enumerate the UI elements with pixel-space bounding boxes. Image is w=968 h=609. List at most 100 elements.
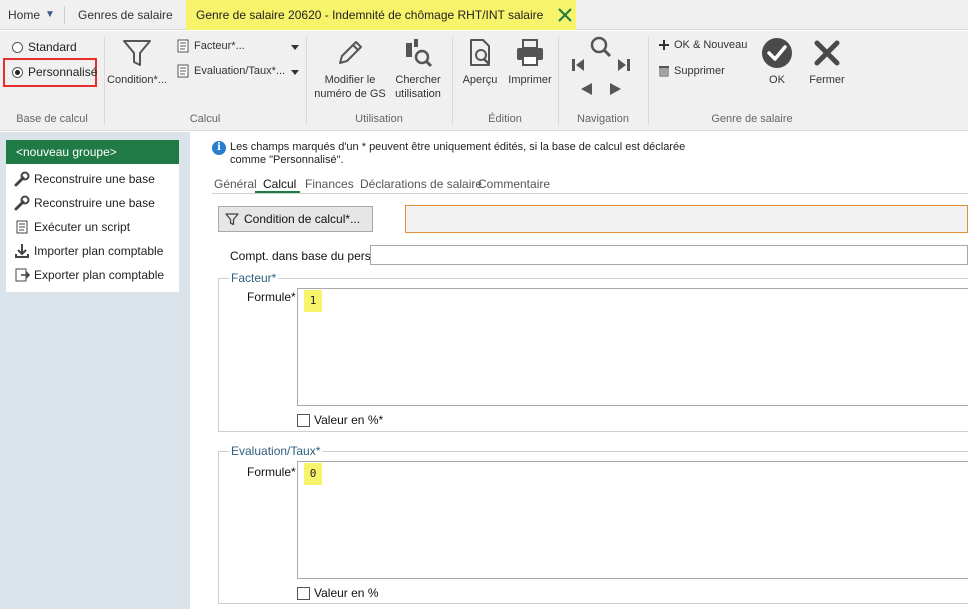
group-label-edition: Édition — [488, 113, 522, 125]
sidebar-item-importer-plan[interactable]: Importer plan comptable — [6, 239, 179, 263]
tab-home[interactable]: Home ▼ — [8, 0, 55, 30]
close-icon — [814, 40, 840, 66]
group-label-genre-salaire: Genre de salaire — [711, 113, 793, 125]
chevron-down-icon[interactable]: ▼ — [45, 0, 55, 30]
sidebar-group: <nouveau groupe> Reconstruire une base R… — [6, 140, 179, 292]
fermer-button[interactable]: Fermer — [806, 37, 848, 87]
evaluation-valeur-pourcent[interactable]: Valeur en % — [297, 586, 378, 600]
facteur-valeur-pourcent[interactable]: Valeur en %* — [297, 413, 383, 427]
evaluation-formule-value: 0 — [304, 463, 322, 485]
ok-label: OK — [769, 74, 785, 86]
sidebar-item-exporter-plan[interactable]: Exporter plan comptable — [6, 263, 179, 287]
chercher-label-2: utilisation — [395, 88, 441, 100]
modifier-numero-button[interactable]: Modifier le numéro de GS — [312, 37, 388, 101]
plus-icon — [659, 40, 669, 50]
subtab-divider — [212, 193, 968, 194]
condition-calcul-label: Condition de calcul*... — [244, 212, 361, 226]
tab-genre-20620[interactable]: Genre de salaire 20620 - Indemnité de ch… — [186, 0, 576, 52]
filter-icon — [123, 40, 151, 66]
apercu-button[interactable]: Aperçu — [458, 37, 502, 87]
radio-personnalise[interactable]: Personnalisé — [12, 65, 97, 79]
facteur-valeur-checkbox[interactable] — [297, 413, 310, 427]
evaluation-formule-label: Formule* : — [247, 465, 303, 479]
info-message-line-1: Les champs marqués d'un * peuvent être u… — [230, 141, 686, 153]
radio-personnalise-label: Personnalisé — [28, 65, 98, 79]
ok-nouveau-label: OK & Nouveau — [674, 39, 748, 51]
wrench-icon — [14, 171, 30, 187]
radio-standard-label: Standard — [28, 40, 77, 54]
group-label-calcul: Calcul — [189, 113, 221, 125]
condition-calcul-field[interactable] — [405, 205, 968, 233]
close-icon[interactable] — [558, 8, 572, 22]
sidebar-item-label: Reconstruire une base — [34, 172, 155, 186]
evaluation-group: Evaluation/Taux* Formule* : 0 Valeur en … — [218, 444, 968, 604]
group-label-navigation: Navigation — [577, 113, 629, 125]
evaluation-dropdown-icon[interactable] — [291, 70, 299, 75]
tab-general[interactable]: Général — [214, 177, 257, 191]
imprimer-button[interactable]: Imprimer — [506, 37, 554, 87]
evaluation-formule-input[interactable]: 0 — [297, 461, 968, 579]
sidebar-group-header[interactable]: <nouveau groupe> — [6, 140, 179, 164]
ok-nouveau-button[interactable]: OK & Nouveau — [658, 39, 747, 51]
supprimer-button[interactable]: Supprimer — [658, 64, 725, 77]
active-tab-indicator — [255, 191, 300, 193]
script-icon — [177, 39, 189, 53]
next-record-icon[interactable] — [608, 81, 624, 97]
condition-button[interactable]: Condition*... — [106, 37, 168, 87]
condition-calcul-button[interactable]: Condition de calcul*... — [218, 206, 373, 232]
info-message-line-2: comme "Personnalisé". — [230, 154, 344, 166]
facteur-group: Facteur* Formule* : 1 Valeur en %* — [218, 271, 968, 432]
apercu-label: Aperçu — [462, 74, 498, 86]
previous-record-icon[interactable] — [578, 81, 594, 97]
facteur-legend: Facteur* — [229, 271, 279, 285]
printer-icon — [517, 39, 543, 66]
facteur-formule-value: 1 — [304, 290, 322, 312]
evaluation-valeur-label: Valeur en % — [314, 586, 379, 600]
wrench-icon — [14, 195, 30, 211]
evaluation-valeur-checkbox[interactable] — [297, 586, 310, 600]
group-label-utilisation: Utilisation — [355, 113, 403, 125]
tab-home-label: Home — [8, 8, 41, 22]
compt-label: Compt. dans base du pers.* : — [230, 249, 386, 263]
sidebar-item-reconstruire-2[interactable]: Reconstruire une base — [6, 191, 179, 215]
tab-genres-de-salaire[interactable]: Genres de salaire — [78, 0, 173, 30]
tab-calcul[interactable]: Calcul — [263, 177, 296, 191]
export-icon — [15, 268, 30, 282]
facteur-formule-input[interactable]: 1 — [297, 288, 968, 406]
evaluation-legend: Evaluation/Taux* — [229, 444, 323, 458]
facteur-valeur-label: Valeur en %* — [314, 413, 384, 427]
pencil-icon — [339, 41, 362, 64]
ok-button[interactable]: OK — [758, 37, 796, 87]
tab-separator — [64, 6, 65, 24]
sidebar-item-label: Reconstruire une base — [34, 196, 155, 210]
first-record-icon[interactable] — [570, 57, 586, 73]
evaluation-button[interactable]: Evaluation/Taux*... — [176, 64, 285, 78]
radio-personnalise-circle[interactable] — [12, 66, 23, 78]
tab-declarations[interactable]: Déclarations de salaire — [360, 177, 482, 191]
tab-finances[interactable]: Finances — [305, 177, 354, 191]
facteur-dropdown-icon[interactable] — [291, 45, 299, 50]
ribbon-separator — [306, 37, 307, 125]
radio-standard[interactable]: Standard — [12, 40, 77, 54]
search-icon[interactable] — [589, 35, 613, 59]
sidebar-item-label: Exporter plan comptable — [34, 268, 165, 282]
main-content: i Les champs marqués d'un * peuvent être… — [190, 132, 968, 609]
facteur-button[interactable]: Facteur*... — [176, 39, 245, 53]
sidebar-item-reconstruire-1[interactable]: Reconstruire une base — [6, 167, 179, 191]
script-icon — [177, 64, 189, 78]
modifier-label-1: Modifier le — [324, 74, 376, 86]
filter-icon — [225, 213, 239, 226]
ribbon-separator — [648, 37, 649, 125]
tab-commentaire[interactable]: Commentaire — [478, 177, 550, 191]
last-record-icon[interactable] — [616, 57, 632, 73]
sidebar-item-label: Exécuter un script — [34, 220, 131, 234]
radio-standard-circle[interactable] — [12, 41, 23, 53]
sidebar: <nouveau groupe> Reconstruire une base R… — [0, 132, 190, 609]
compt-base-field[interactable] — [370, 245, 968, 265]
search-usage-icon — [406, 39, 433, 68]
group-label-base-calcul: Base de calcul — [16, 113, 88, 125]
modifier-label-2: numéro de GS — [314, 88, 386, 100]
chercher-label-1: Chercher — [395, 74, 441, 86]
chercher-utilisation-button[interactable]: Chercher utilisation — [390, 37, 446, 101]
sidebar-item-executer-script[interactable]: Exécuter un script — [6, 215, 179, 239]
